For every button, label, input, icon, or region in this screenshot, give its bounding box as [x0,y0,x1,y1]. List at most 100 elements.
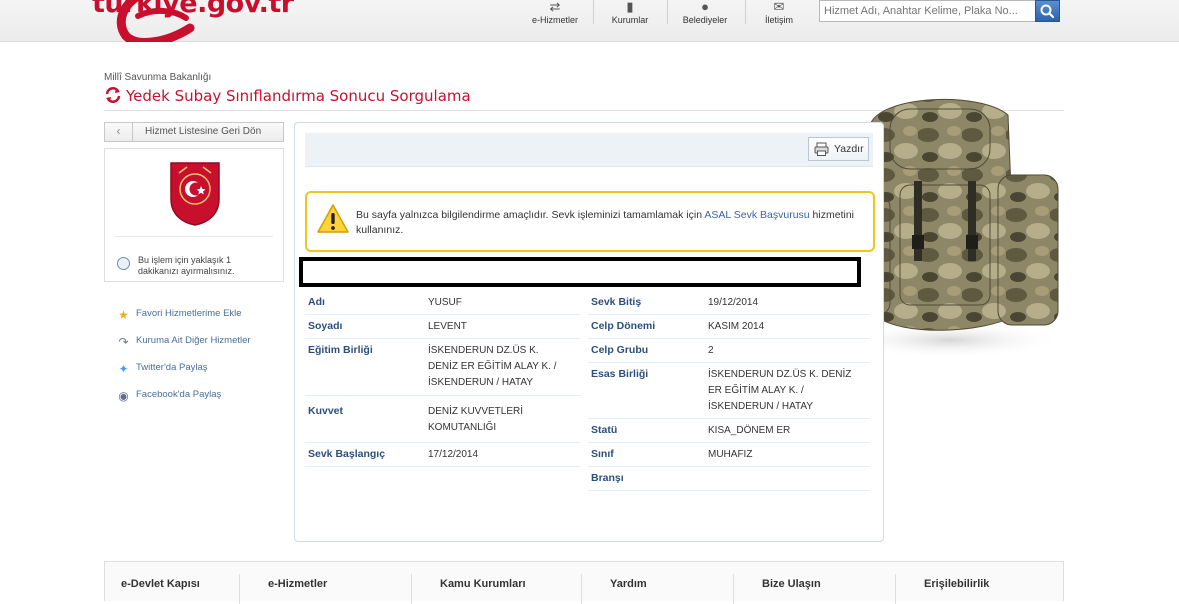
chevron-left-icon: ‹ [105,123,133,141]
nav-label: e-Hizmetler [531,15,578,25]
page-title: Yedek Subay Sınıflandırma Sonucu Sorgula… [104,86,471,105]
record-row: Adı YUSUF [305,291,581,315]
record-value: MUHAFIZ [708,449,753,460]
nav-belediyeler[interactable]: ● Belediyeler [675,0,735,42]
back-button-label: Hizmet Listesine Geri Dön [145,126,262,137]
time-estimate: Bu işlem için yaklaşık 1 dakikanızı ayır… [138,255,235,276]
link-label: Kuruma Ait Diğer Hizmetler [136,335,251,346]
record-row: Celp Grubu 2 [588,339,870,363]
search-icon [1040,4,1055,19]
record-key: Adı [308,296,325,308]
nav-kurumlar[interactable]: ▮ Kurumlar [600,0,660,42]
record-value: 2 [708,345,714,356]
record-key: Branşı [591,472,624,484]
footer: e-Devlet Kapısı e-Hizmetler Kamu Kurumla… [104,561,1064,604]
record-key: Soyadı [308,320,343,332]
record-value: İSKENDERUN DZ.ÜS K. DENİZ ER EĞİTİM ALAY… [708,369,852,412]
refresh-arrows-icon [105,87,121,103]
record-row: Esas Birliği İSKENDERUN DZ.ÜS K. DENİZ E… [588,363,870,419]
nav-divider [745,0,746,24]
divider [115,236,273,237]
record-value: LEVENT [428,321,467,332]
info-notice: Bu sayfa yalnızca bilgilendirme amaçlıdı… [305,191,875,252]
record-key: Celp Dönemi [591,320,656,332]
record-value: 17/12/2014 [428,449,479,460]
page-title-text: Yedek Subay Sınıflandırma Sonucu Sorgula… [126,87,471,105]
record-row: Statü KISA_DÖNEM ER [588,419,870,443]
record-value: 19/12/2014 [708,297,759,308]
record-value: İSKENDERUN DZ.ÜS K. DENİZ ER EĞİTİM ALAY… [428,345,557,388]
record-key: Eğitim Birliği [308,344,373,356]
notice-text-start: Bu sayfa yalnızca bilgilendirme amaçlıdı… [356,209,705,221]
star-icon: ★ [118,308,129,322]
back-to-service-list-button[interactable]: ‹ Hizmet Listesine Geri Dön [104,122,284,142]
record-row: Sınıf MUHAFIZ [588,443,870,467]
footer-divider [733,574,734,604]
record-row: Branşı [588,467,870,491]
result-panel: Yazdır Bu sayfa yalnızca bilgilendirme a… [294,122,884,542]
nav-label: İletişim [764,15,793,25]
redacted-field [299,257,861,287]
nav-label: Belediyeler [682,15,728,25]
record-value: KISA_DÖNEM ER [708,425,791,436]
toolbar: Yazdır [305,133,873,167]
search-box [819,0,1060,22]
record-key: Esas Birliği [591,368,649,380]
record-value: KASIM 2014 [708,321,765,332]
clock-icon [117,257,130,270]
share-twitter-link[interactable]: ✦ Twitter'da Paylaş [116,362,208,376]
msb-emblem-logo [170,162,220,226]
record-right-column: Sevk Bitiş 19/12/2014 Celp Dönemi KASIM … [588,291,870,491]
notice-text: Bu sayfa yalnızca bilgilendirme amaçlıdı… [356,208,871,238]
top-header: türkiye.gov.tr ⇄ e-Hizmetler ▮ Kurumlar … [0,0,1179,42]
print-label: Yazdır [834,143,864,155]
print-button[interactable]: Yazdır [808,137,869,161]
footer-divider [239,574,240,604]
record-row: Kuvvet DENİZ KUVVETLERİ KOMUTANLIĞI [305,395,581,443]
search-input[interactable] [824,3,1034,19]
search-button[interactable] [1035,0,1060,22]
footer-divider [895,574,896,604]
share-facebook-link[interactable]: ◉ Facebook'da Paylaş [116,389,221,403]
site-name[interactable]: türkiye.gov.tr [92,0,294,19]
link-label: Favori Hizmetlerime Ekle [136,308,242,319]
nav-divider [593,0,594,24]
asal-sevk-link[interactable]: ASAL Sevk Başvurusu [704,209,809,221]
record-key: Kuvvet [308,405,344,417]
record-value: DENİZ KUVVETLERİ KOMUTANLIĞI [428,406,524,433]
record-key: Sevk Bitiş [591,296,642,308]
record-key: Statü [591,424,618,436]
record-value: YUSUF [428,297,462,308]
link-label: Twitter'da Paylaş [136,362,208,373]
record-row: Sevk Bitiş 19/12/2014 [588,291,870,315]
record-key: Sınıf [591,448,614,460]
nav-label: Kurumlar [611,15,649,25]
other-services-link[interactable]: ↷ Kuruma Ait Diğer Hizmetler [116,335,251,349]
record-row: Eğitim Birliği İSKENDERUN DZ.ÜS K. DENİZ… [305,339,581,395]
footer-e-devlet-kapisi[interactable]: e-Devlet Kapısı [121,578,200,590]
footer-erisilebilirlik[interactable]: Erişilebilirlik [924,578,989,590]
footer-kamu-kurumlari[interactable]: Kamu Kurumları [440,578,526,590]
nav-iletisim[interactable]: ✉ İletişim [749,0,809,42]
footer-yardim[interactable]: Yardım [610,578,647,590]
link-label: Facebook'da Paylaş [136,389,222,400]
ministry-name: Millî Savunma Bakanlığı [104,72,212,83]
record-key: Celp Grubu [591,344,649,356]
facebook-icon: ◉ [118,389,129,403]
warning-icon [317,204,349,233]
nav-divider [667,0,668,24]
twitter-icon: ✦ [118,362,129,376]
record-row: Sevk Başlangıç 17/12/2014 [305,443,581,467]
footer-divider [411,574,412,604]
record-left-column: Adı YUSUF Soyadı LEVENT Eğitim Birliği İ… [305,291,581,467]
redo-arrow-icon: ↷ [118,335,129,349]
printer-icon [814,142,829,156]
footer-e-hizmetler[interactable]: e-Hizmetler [268,578,327,590]
record-row: Celp Dönemi KASIM 2014 [588,315,870,339]
nav-e-hizmetler[interactable]: ⇄ e-Hizmetler [525,0,585,42]
add-favorite-link[interactable]: ★ Favori Hizmetlerime Ekle [116,308,242,322]
footer-bize-ulasin[interactable]: Bize Ulaşın [762,578,821,590]
institution-card: Bu işlem için yaklaşık 1 dakikanızı ayır… [104,148,284,282]
record-key: Sevk Başlangıç [308,448,386,460]
record-row: Soyadı LEVENT [305,315,581,339]
